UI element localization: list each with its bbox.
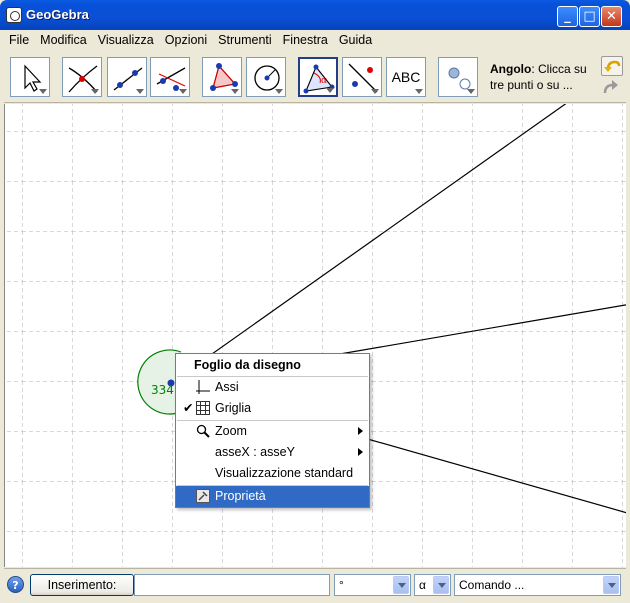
command-combo[interactable]: Comando ... — [454, 574, 621, 596]
menu-strumenti[interactable]: Strumenti — [213, 33, 278, 47]
intersect-point-tool-button[interactable] — [62, 57, 102, 97]
toolbar: α ABC Angolo: Clicca su tre punti o su .… — [4, 50, 626, 103]
menu-modifica[interactable]: Modifica — [35, 33, 93, 47]
menu-opzioni[interactable]: Opzioni — [160, 33, 213, 47]
grid-icon — [196, 401, 210, 415]
degree-symbol-value: ° — [339, 578, 344, 592]
menu-item-zoom-label: Zoom — [215, 424, 247, 438]
greek-letter-value: α — [419, 578, 426, 592]
text-tool-button[interactable]: ABC — [386, 57, 426, 97]
title-bar: GeoGebra _ □ ✕ — [0, 0, 630, 30]
undo-icon — [604, 60, 621, 72]
properties-icon — [196, 489, 210, 503]
algebra-input-field[interactable] — [134, 574, 330, 596]
submenu-arrow-icon — [358, 448, 363, 456]
menu-item-axes[interactable]: Assi — [176, 377, 369, 398]
menu-file[interactable]: File — [4, 33, 35, 47]
menu-item-axes-label: Assi — [215, 380, 239, 394]
menu-visualizza[interactable]: Visualizza — [93, 33, 160, 47]
help-icon[interactable]: ? — [7, 576, 24, 593]
maximize-button[interactable]: □ — [579, 6, 600, 27]
submenu-arrow-icon — [358, 427, 363, 435]
redo-icon — [603, 80, 618, 94]
angle-value-label: 334. — [151, 383, 178, 397]
menu-item-grid-label: Griglia — [215, 401, 252, 415]
menu-item-properties[interactable]: Proprietà — [176, 486, 369, 507]
command-combo-value: Comando ... — [459, 578, 525, 592]
chevron-down-icon[interactable] — [433, 576, 449, 594]
redo-button[interactable] — [601, 78, 623, 98]
chevron-down-icon[interactable] — [393, 576, 409, 594]
line-tool-button[interactable] — [107, 57, 147, 97]
text-tool-icon: ABC — [391, 69, 421, 85]
geogebra-app-icon — [6, 7, 22, 23]
chevron-down-icon[interactable] — [603, 576, 619, 594]
tool-help-title: Angolo — [490, 62, 532, 76]
slider-tool-button[interactable] — [438, 57, 478, 97]
reflect-tool-button[interactable] — [342, 57, 382, 97]
menu-item-grid[interactable]: ✔ Griglia — [176, 398, 369, 419]
graphics-context-menu: Foglio da disegno Assi ✔ Griglia Zoom as… — [175, 353, 370, 508]
degree-symbol-combo[interactable]: ° — [334, 574, 411, 596]
input-label-button[interactable]: Inserimento: — [30, 574, 134, 596]
tool-help-text: Angolo: Clicca su tre punti o su ... — [490, 61, 598, 93]
polygon-tool-button[interactable] — [202, 57, 242, 97]
menu-item-standard-view[interactable]: Visualizzazione standard — [176, 463, 369, 484]
undo-button[interactable] — [601, 56, 623, 76]
menu-bar: File Modifica Visualizza Opzioni Strumen… — [4, 30, 626, 50]
menu-item-properties-label: Proprietà — [215, 489, 266, 503]
svg-text:α: α — [321, 76, 327, 86]
greek-letter-combo[interactable]: α — [414, 574, 451, 596]
magnifier-icon — [196, 424, 210, 438]
minimize-button[interactable]: _ — [557, 6, 578, 27]
input-bar: ? Inserimento: ° α Comando ... — [4, 568, 626, 599]
angle-tool-button[interactable]: α — [298, 57, 338, 97]
move-tool-button[interactable] — [10, 57, 50, 97]
menu-finestra[interactable]: Finestra — [278, 33, 334, 47]
menu-item-zoom[interactable]: Zoom — [176, 421, 369, 442]
context-menu-title: Foglio da disegno — [194, 358, 301, 372]
checkmark-icon: ✔ — [183, 401, 194, 415]
close-button[interactable]: ✕ — [601, 6, 622, 27]
menu-item-axes-ratio-label: asseX : asseY — [215, 445, 295, 459]
menu-item-standard-view-label: Visualizzazione standard — [215, 466, 354, 480]
menu-item-axes-ratio[interactable]: asseX : asseY — [176, 442, 369, 463]
axes-icon — [196, 380, 210, 394]
circle-tool-button[interactable] — [246, 57, 286, 97]
perpendicular-line-tool-button[interactable] — [150, 57, 190, 97]
menu-guida[interactable]: Guida — [334, 33, 378, 47]
window-title: GeoGebra — [26, 7, 89, 22]
